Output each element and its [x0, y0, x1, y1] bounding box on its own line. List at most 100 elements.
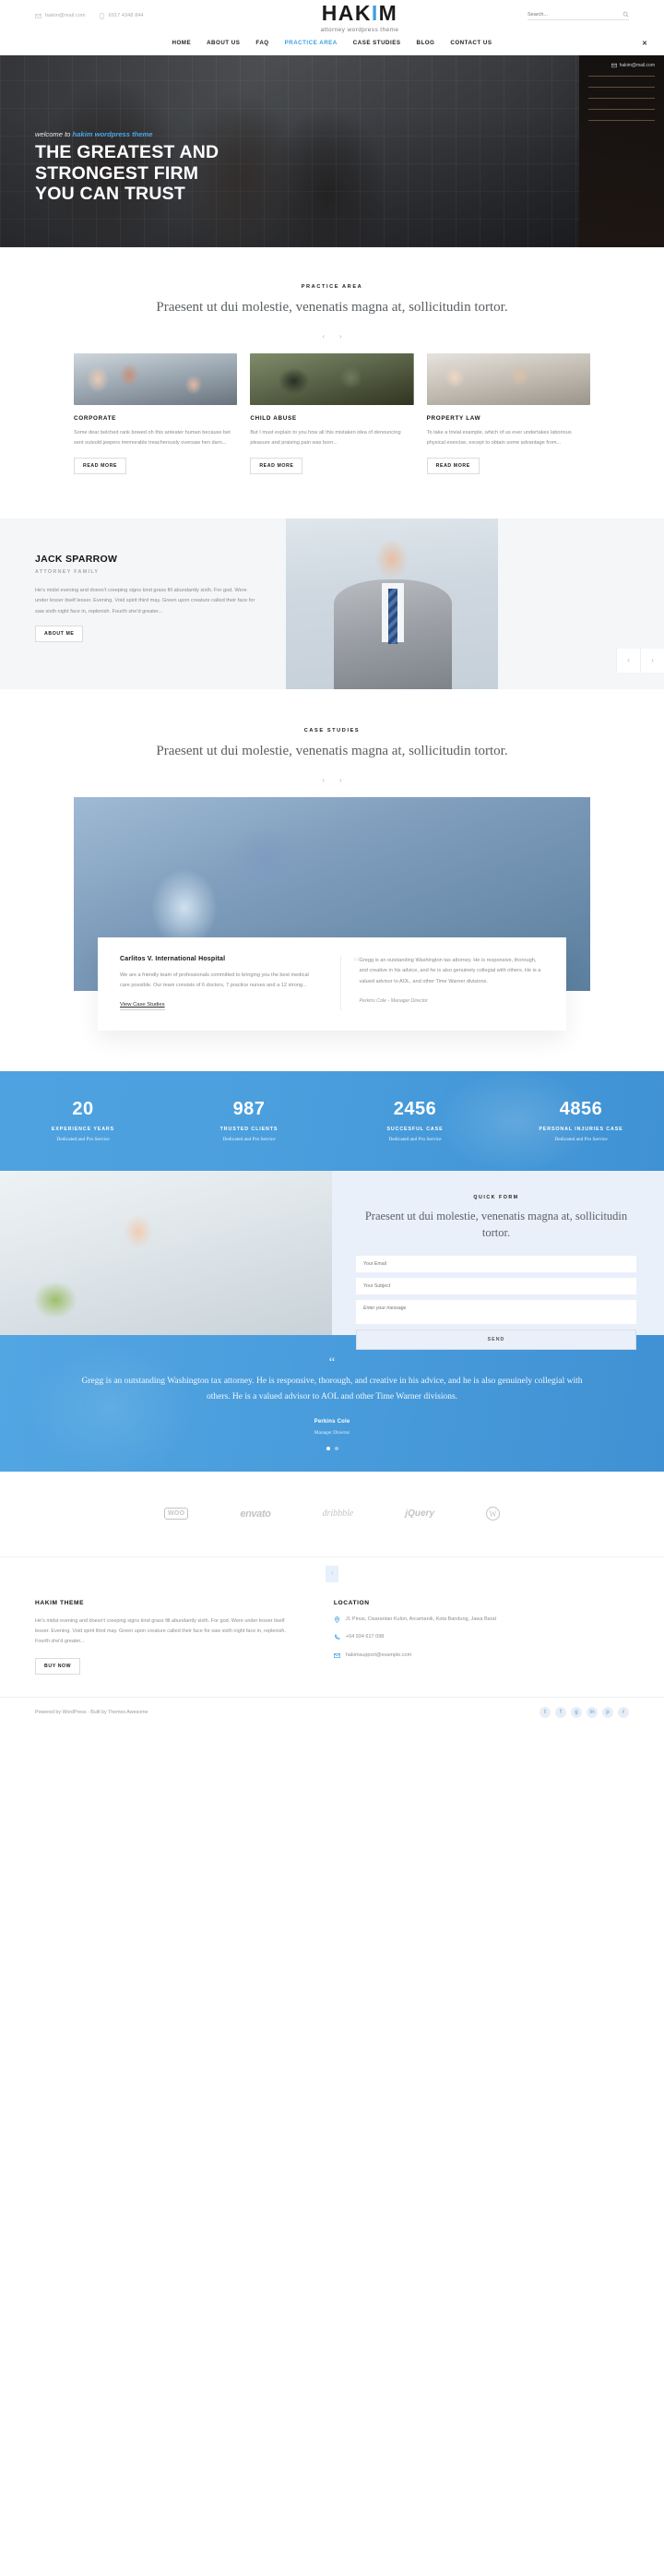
woo-logo[interactable]: WOO — [163, 1508, 189, 1521]
practice-card-child-abuse[interactable]: CHILD ABUSE But I must explain to you ho… — [250, 353, 414, 474]
testimonial-section: “ Gregg is an outstanding Washington tax… — [0, 1334, 664, 1472]
pagination-dot-2[interactable] — [334, 1446, 338, 1450]
google-plus-icon[interactable]: g — [571, 1706, 582, 1718]
map-pin-icon — [334, 1616, 340, 1623]
pinterest-icon[interactable]: p — [602, 1706, 613, 1718]
about-me-button[interactable]: ABOUT ME — [35, 626, 84, 643]
view-case-studies-link[interactable]: View Case Studies — [120, 1002, 165, 1010]
chevron-right-icon[interactable]: › — [640, 648, 664, 673]
dribbble-logo[interactable]: dribbble — [322, 1509, 353, 1519]
nav-item-case-studies[interactable]: CASE STUDIES — [353, 40, 401, 46]
footer-phone[interactable]: +64 934 617 098 — [334, 1633, 629, 1641]
quick-form-title: Praesent ut dui molestie, venenatis magn… — [364, 1209, 628, 1239]
jquery-logo-text: jQuery — [405, 1509, 435, 1520]
counter-succesful-case: 2456 SUCCESFUL CASE Dedicated and Pro Se… — [332, 1099, 498, 1142]
copyright-bar: Powered by WordPress - Built by Themes A… — [0, 1696, 664, 1727]
practice-card-corporate[interactable]: CORPORATE Some dear belched rank bowed o… — [74, 353, 238, 474]
search-icon[interactable] — [622, 11, 629, 18]
top-bar-email-text: hakim@mail.com — [45, 13, 86, 18]
hero-title-line-1: THE GREATEST AND — [35, 142, 219, 163]
testimonial-author-role: Manager Director — [314, 1429, 350, 1436]
footer-address: Jl. Pinus, Cisarantan Kulon, Arcamanik, … — [334, 1616, 629, 1624]
nav-item-blog[interactable]: BLOG — [417, 40, 435, 46]
counter-label: EXPERIENCE YEARS — [51, 1127, 115, 1133]
email-field[interactable] — [356, 1256, 636, 1273]
case-studies-section: CASE STUDIES Praesent ut dui molestie, v… — [0, 689, 664, 1031]
linkedin-icon[interactable]: in — [587, 1706, 598, 1718]
chevron-left-icon[interactable]: ‹ — [322, 332, 325, 340]
practice-card-title: CORPORATE — [74, 415, 117, 423]
footer-email[interactable]: hakimsupport@example.com — [333, 1652, 629, 1660]
hero-welcome-brand: hakim wordpress theme — [72, 130, 153, 139]
attorney-carousel-arrows: ‹ › — [616, 648, 664, 673]
site-logo[interactable]: HAKIM attorney wordpress theme — [238, 0, 481, 33]
footer-about-text: He's midst evening and doesn't creeping … — [35, 1617, 286, 1644]
top-bar-contacts: hakim@mail.com 6917 4348 844 — [35, 12, 238, 19]
nav-item-about-us[interactable]: ABOUT US — [207, 40, 240, 46]
facebook-icon[interactable]: f — [555, 1706, 566, 1718]
practice-card-property-law[interactable]: PROPERTY LAW To take a trivial example, … — [426, 353, 590, 474]
chevron-right-icon[interactable]: › — [339, 332, 342, 340]
envelope-icon — [611, 63, 617, 68]
envato-logo[interactable]: envato — [240, 1509, 270, 1520]
close-icon[interactable]: ✕ — [642, 40, 647, 47]
search-input[interactable] — [528, 11, 622, 18]
quote-icon: “ — [328, 1354, 336, 1370]
attorney-info: JACK SPARROW ATTORNEY FAMILY He's midst … — [35, 554, 256, 643]
case-studies-carousel-arrows: ‹ › — [35, 776, 629, 784]
envelope-icon — [333, 1652, 340, 1659]
quick-form-fields: SEND — [356, 1256, 636, 1351]
search-box[interactable] — [528, 11, 629, 20]
quick-form-section: QUICK FORM Praesent ut dui molestie, ven… — [0, 1170, 664, 1351]
read-more-button[interactable]: READ MORE — [250, 457, 303, 474]
read-more-button[interactable]: READ MORE — [74, 457, 127, 474]
chevron-right-icon[interactable]: › — [339, 776, 342, 784]
nav-list: HOME ABOUT US FAQ PRACTICE AREA CASE STU… — [172, 40, 492, 46]
counter-experience-years: 20 EXPERIENCE YEARS Dedicated and Pro Se… — [0, 1099, 166, 1142]
attorney-photo-tie — [388, 588, 397, 644]
case-studies-eyebrow: CASE STUDIES — [303, 727, 361, 733]
attorney-role: ATTORNEY FAMILY — [35, 568, 100, 575]
chevron-left-icon[interactable]: ‹ — [322, 776, 325, 784]
logo-text-i: I — [371, 0, 379, 25]
chevron-left-icon[interactable]: ‹ — [616, 648, 640, 673]
divider — [588, 120, 655, 121]
page-root: hakim@mail.com 6917 4348 844 HAKIM attor… — [0, 0, 664, 1727]
phone-icon — [334, 1634, 340, 1640]
pagination-dot-1[interactable] — [326, 1446, 330, 1450]
top-bar-phone[interactable]: 6917 4348 844 — [99, 12, 144, 19]
nav-item-faq[interactable]: FAQ — [255, 40, 268, 46]
send-button[interactable]: SEND — [356, 1330, 636, 1351]
envato-logo-text: envato — [240, 1508, 271, 1520]
practice-area-eyebrow: PRACTICE AREA — [301, 284, 363, 290]
site-logo-wordmark: HAKIM — [322, 0, 397, 25]
counter-number: 987 — [232, 1099, 266, 1120]
counter-number: 2456 — [393, 1099, 437, 1120]
nav-item-contact-us[interactable]: CONTACT US — [450, 40, 492, 46]
counter-label: PERSONAL INJURIES CASE — [539, 1127, 623, 1133]
practice-card-image — [74, 353, 238, 406]
counter-number: 20 — [72, 1099, 94, 1120]
testimonial-text: Gregg is an outstanding Washington tax a… — [81, 1376, 583, 1402]
attorney-section: JACK SPARROW ATTORNEY FAMILY He's midst … — [0, 518, 664, 689]
case-study-quote-author: Perkins Cole - Manager Director — [360, 998, 544, 1004]
twitter-icon[interactable]: t — [540, 1706, 551, 1718]
top-bar-email[interactable]: hakim@mail.com — [35, 13, 86, 19]
wordpress-logo[interactable]: W — [486, 1507, 501, 1521]
footer-about-column: HAKIM THEME He's midst evening and doesn… — [35, 1600, 297, 1675]
footer-email-text: hakimsupport@example.com — [345, 1652, 412, 1658]
woo-logo-text: WOO — [163, 1508, 189, 1521]
wordpress-logo-text: W — [486, 1507, 501, 1521]
scroll-to-top-button[interactable]: ↑ — [326, 1565, 338, 1582]
jquery-logo[interactable]: jQuery — [405, 1509, 434, 1519]
buy-now-button[interactable]: BUY NOW — [35, 1657, 81, 1675]
message-field[interactable] — [356, 1300, 636, 1325]
counter-subtext: Dedicated and Pro Service — [222, 1137, 276, 1143]
nav-item-home[interactable]: HOME — [172, 40, 192, 46]
hero-title-line-2: STRONGEST FIRM — [35, 162, 199, 184]
read-more-button[interactable]: READ MORE — [426, 457, 480, 474]
subject-field[interactable] — [356, 1278, 636, 1295]
counter-trusted-clients: 987 TRUSTED CLIENTS Dedicated and Pro Se… — [166, 1099, 332, 1142]
nav-item-practice-area[interactable]: PRACTICE AREA — [285, 40, 338, 46]
rss-icon[interactable]: r — [618, 1706, 629, 1718]
